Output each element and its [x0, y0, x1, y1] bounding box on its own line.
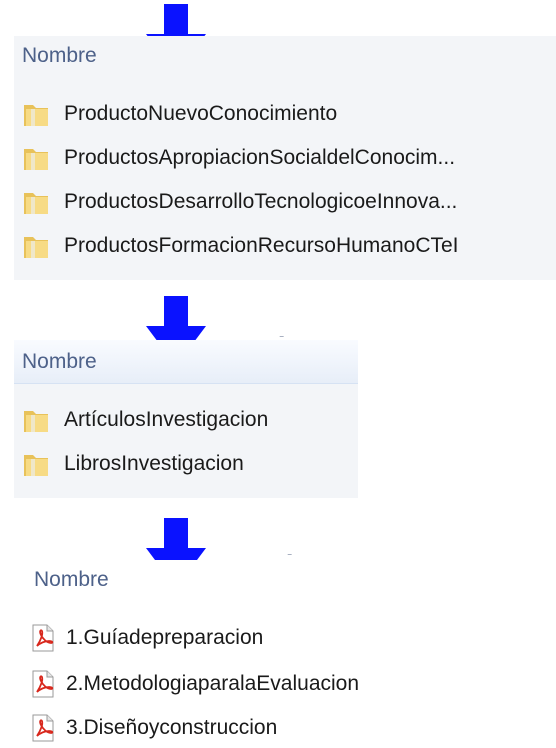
- folder-icon: [24, 237, 48, 258]
- folder-icon: [24, 193, 48, 214]
- item-label: LibrosInvestigacion: [64, 452, 244, 475]
- folder-icon: [24, 149, 48, 170]
- pdf-icon: [32, 670, 54, 698]
- list-item[interactable]: 2.MetodologiaparalaEvaluacion: [30, 666, 450, 702]
- list-item[interactable]: LibrosInvestigacion: [22, 446, 342, 482]
- list-item[interactable]: ProductosFormacionRecursoHumanoCTeI: [22, 228, 550, 264]
- explorer-panel-1: Nombre ProductoNuevoConocimiento Product…: [14, 36, 556, 280]
- item-label: 2.MetodologiaparalaEvaluacion: [66, 672, 360, 695]
- item-label: 3.Diseñoyconstruccion: [66, 716, 278, 739]
- column-divider-mark: ‾: [288, 554, 292, 565]
- item-label: 1.Guíadepreparacion: [66, 626, 264, 649]
- pdf-icon: [32, 714, 54, 742]
- column-header-name[interactable]: Nombre: [14, 340, 358, 384]
- item-label: ProductosFormacionRecursoHumanoCTeI: [64, 234, 459, 257]
- explorer-panel-2: Nombre ‾ ArtículosInvestigacion LibrosIn…: [14, 336, 358, 498]
- item-label: ProductoNuevoConocimiento: [64, 102, 338, 125]
- folder-icon: [24, 105, 48, 126]
- column-header-name[interactable]: Nombre: [14, 36, 556, 76]
- item-label: ProductosApropiacionSocialdelConocim...: [64, 146, 456, 169]
- list-item[interactable]: 1.Guíadepreparacion: [30, 620, 450, 656]
- list-item[interactable]: ProductosDesarrolloTecnologicoeInnova...: [22, 184, 550, 220]
- pdf-icon: [32, 624, 54, 652]
- column-divider-mark: ‾: [280, 336, 284, 347]
- list-item[interactable]: ProductosApropiacionSocialdelConocim...: [22, 140, 550, 176]
- list-item[interactable]: ProductoNuevoConocimiento: [22, 96, 550, 132]
- item-label: ProductosDesarrolloTecnologicoeInnova...: [64, 190, 458, 213]
- column-header-name[interactable]: Nombre: [22, 560, 462, 600]
- folder-icon: [24, 411, 48, 432]
- folder-icon: [24, 455, 48, 476]
- list-item[interactable]: 3.Diseñoyconstruccion: [30, 710, 450, 746]
- list-item[interactable]: ArtículosInvestigacion: [22, 402, 342, 438]
- explorer-panel-3: Nombre ‾ 1.Guíadepreparacion 2.Metodolog…: [22, 554, 462, 748]
- item-label: ArtículosInvestigacion: [64, 408, 269, 431]
